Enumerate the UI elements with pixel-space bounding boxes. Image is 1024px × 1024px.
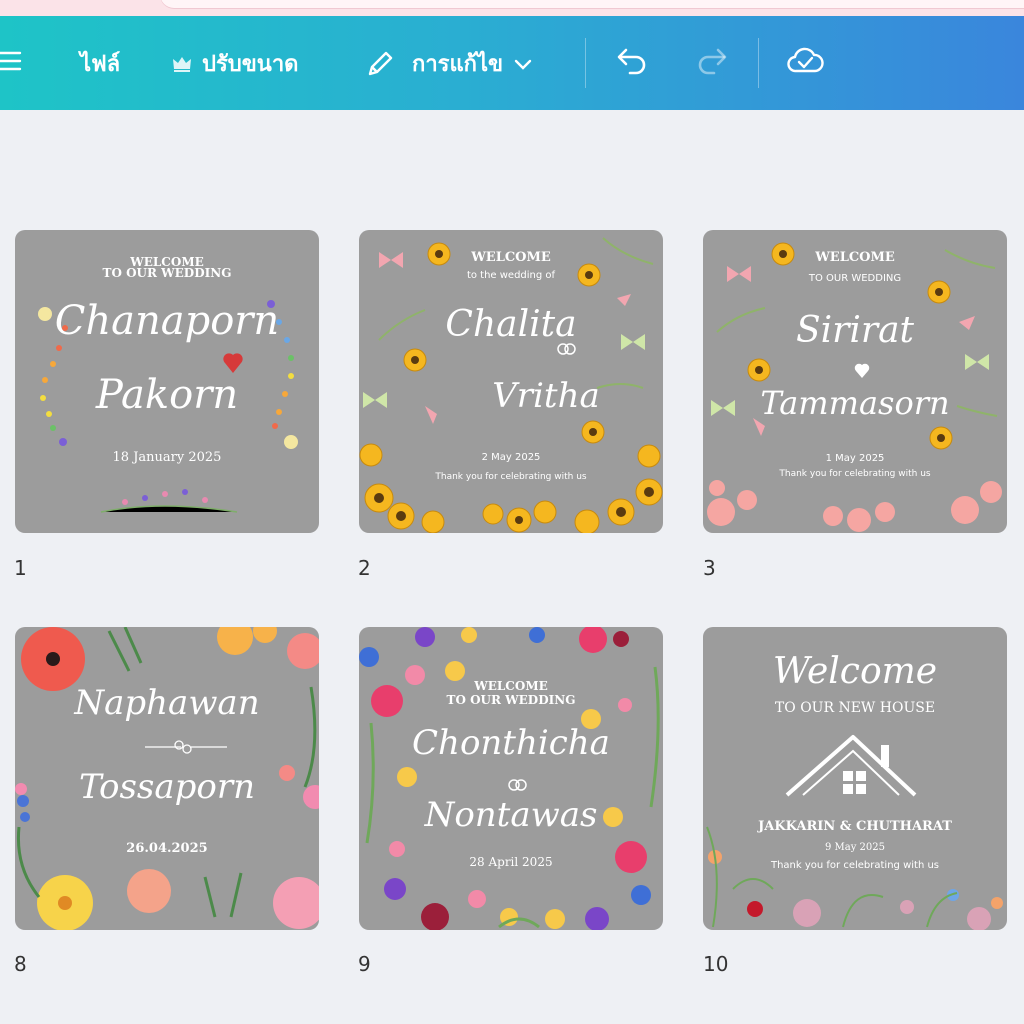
first-name: Chanaporn (54, 298, 280, 344)
event-date: 2 May 2025 (481, 452, 541, 463)
resize-button[interactable]: ปรับขนาด (172, 46, 298, 81)
toolbar-divider (585, 38, 586, 88)
pencil-icon (364, 48, 396, 80)
subtitle-line: TO OUR WEDDING (102, 266, 232, 280)
redo-icon (694, 46, 728, 76)
first-name: Sirirat (795, 310, 915, 351)
event-date: 18 January 2025 (112, 450, 222, 465)
page-number: 8 (14, 952, 27, 976)
welcome-line: WELCOME (815, 250, 895, 265)
thank-you-line: Thank you for celebrating with us (435, 472, 587, 482)
welcome-script: Welcome (772, 651, 938, 692)
first-name: Chalita (445, 304, 577, 345)
browser-top-strip (0, 0, 1024, 16)
page-number: 2 (358, 556, 371, 580)
page-number: 10 (703, 952, 729, 976)
welcome-line: WELCOME (471, 250, 551, 265)
page-thumbnail[interactable]: Welcome TO OUR NEW HOUSE JAKKARIN & CHUT… (703, 627, 1007, 930)
page-thumbnail[interactable]: Naphawan Tossaporn 26.04.2025 (15, 627, 319, 930)
event-date: 9 May 2025 (824, 842, 886, 853)
subtitle-line: TO OUR NEW HOUSE (774, 700, 936, 716)
page-thumbnails-grid: WELCOME TO OUR WEDDING Chanaporn Pakorn … (0, 110, 1024, 1024)
chevron-down-icon (513, 57, 533, 71)
first-name: Chonthicha (412, 723, 610, 763)
menu-button[interactable] (0, 50, 22, 72)
page-thumbnail[interactable]: WELCOME to the wedding of Chalita Vritha… (359, 230, 663, 533)
couple-names: JAKKARIN & CHUTHARAT (758, 819, 952, 834)
edit-menu-label: การแก้ไข (412, 52, 504, 77)
address-bar-edge (160, 0, 1024, 8)
floral-frame-decoration (359, 627, 660, 930)
file-menu-button[interactable]: ไฟล์ (80, 46, 120, 81)
cloud-check-icon (786, 46, 824, 76)
page-number: 1 (14, 556, 27, 580)
event-date: 28 April 2025 (469, 855, 553, 869)
redo-button[interactable] (694, 46, 728, 76)
resize-label: ปรับขนาด (202, 52, 299, 77)
page-thumbnail[interactable]: WELCOME TO OUR WEDDING Chanaporn Pakorn … (15, 230, 319, 533)
edit-menu-button[interactable]: การแก้ไข (364, 46, 533, 81)
page-number: 3 (703, 556, 716, 580)
subtitle-line: to the wedding of (466, 270, 556, 281)
second-name: Tammasorn (760, 384, 950, 422)
subtitle-line: TO OUR WEDDING (446, 693, 576, 707)
page-thumbnail[interactable]: WELCOME TO OUR WEDDING Chonthicha Nontaw… (359, 627, 663, 930)
page-number: 9 (358, 952, 371, 976)
first-name: Naphawan (74, 683, 260, 723)
event-date: 26.04.2025 (126, 841, 208, 856)
undo-icon (616, 46, 650, 76)
second-name: Tossaporn (78, 767, 256, 807)
file-menu-label: ไฟล์ (80, 52, 121, 77)
undo-button[interactable] (616, 46, 650, 76)
editor-toolbar: ไฟล์ ปรับขนาด การแก้ไข (0, 16, 1024, 110)
crown-icon (172, 55, 192, 73)
thank-you-line: Thank you for celebrating with us (779, 469, 931, 479)
subtitle-line: TO OUR WEDDING (808, 273, 902, 284)
toolbar-divider (758, 38, 759, 88)
hamburger-menu-icon (0, 50, 22, 72)
thank-you-line: Thank you for celebrating with us (770, 860, 940, 871)
cloud-save-status[interactable] (786, 46, 824, 76)
welcome-line: WELCOME (474, 679, 548, 693)
page-thumbnail[interactable]: WELCOME TO OUR WEDDING Sirirat Tammasorn… (703, 230, 1007, 533)
second-name: Pakorn (95, 372, 239, 418)
event-date: 1 May 2025 (825, 453, 885, 464)
second-name: Vritha (492, 376, 600, 416)
second-name: Nontawas (424, 795, 598, 835)
